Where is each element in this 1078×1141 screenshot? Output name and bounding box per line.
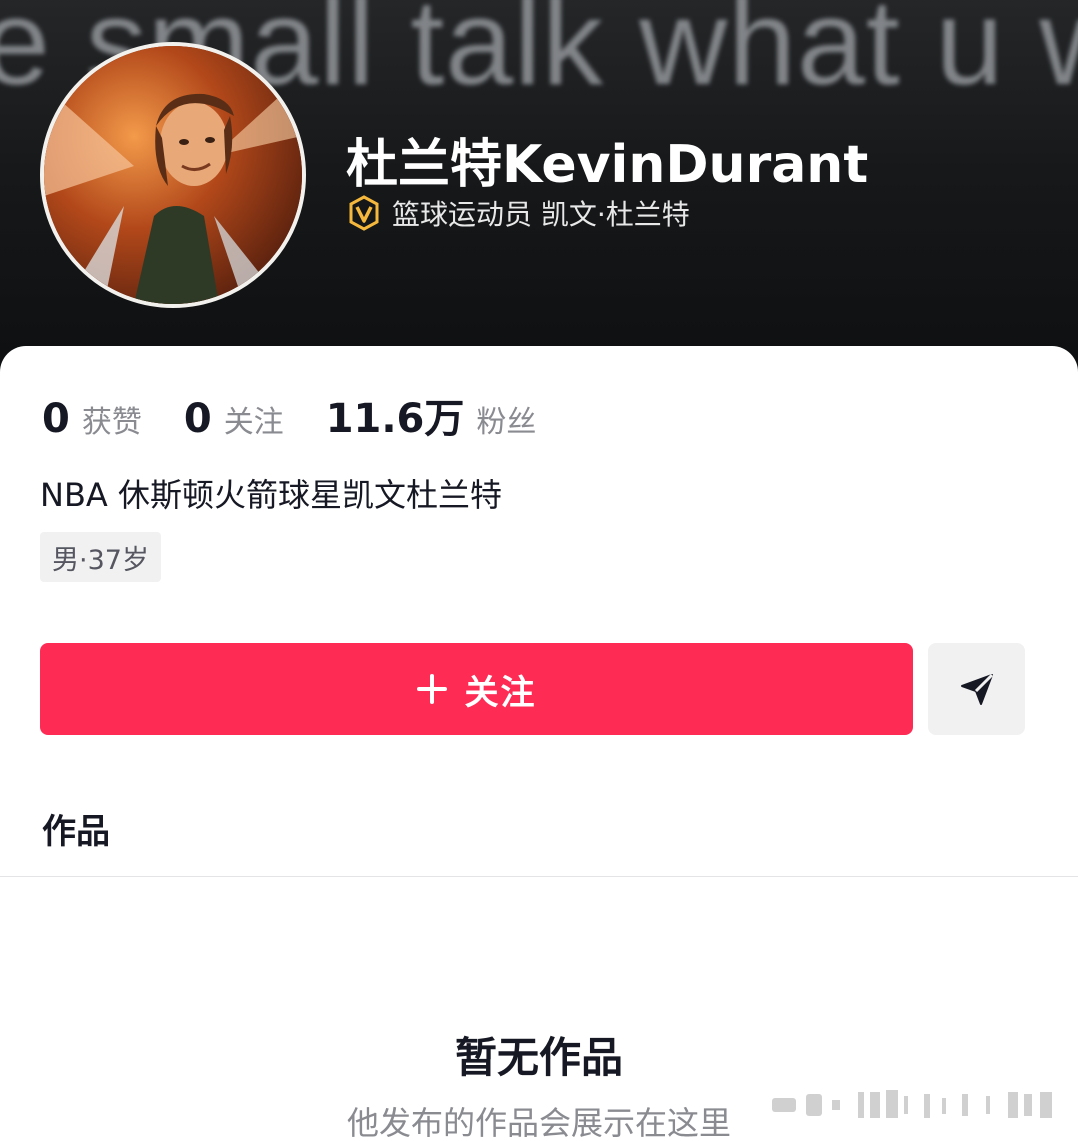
follow-button-label: 关注 — [464, 672, 537, 713]
stat-likes-label: 获赞 — [81, 405, 142, 440]
avatar-image — [44, 46, 302, 304]
tab-divider — [0, 876, 1078, 877]
watermark-graphic — [772, 1090, 1052, 1118]
avatar[interactable] — [40, 42, 306, 308]
stat-followers-label: 粉丝 — [476, 405, 537, 440]
follow-button[interactable]: 关注 — [40, 643, 913, 735]
send-message-button[interactable] — [928, 643, 1025, 735]
profile-name: 杜兰特KevinDurant — [346, 135, 869, 195]
verification-text: 篮球运动员 凯文·杜兰特 — [392, 198, 690, 231]
stat-following[interactable]: 0 关注 — [184, 396, 284, 442]
stat-followers[interactable]: 11.6万 粉丝 — [326, 386, 537, 444]
stat-likes-value: 0 — [42, 396, 70, 442]
tab-works[interactable]: 作品 — [42, 804, 110, 853]
verification-row: 篮球运动员 凯文·杜兰特 — [346, 194, 690, 232]
v-badge-icon — [349, 195, 379, 231]
stat-followers-value: 11.6万 — [325, 396, 465, 442]
stat-following-value: 0 — [183, 396, 212, 442]
profile-card: 0 获赞 0 关注 11.6万 粉丝 NBA 休斯顿火箭球星凯文杜兰特 男·37… — [0, 346, 1078, 1141]
plus-icon — [416, 674, 447, 704]
stat-following-label: 关注 — [223, 405, 284, 440]
profile-page: e small talk what u w 杜兰特KevinDurant 篮球运… — [0, 0, 1078, 1141]
empty-state-title: 暂无作品 — [454, 1033, 623, 1082]
send-icon — [960, 673, 993, 705]
stats-row: 0 获赞 0 关注 11.6万 粉丝 — [42, 386, 578, 442]
profile-bio: NBA 休斯顿火箭球星凯文杜兰特 — [40, 476, 502, 514]
stat-likes[interactable]: 0 获赞 — [42, 396, 142, 442]
profile-banner: e small talk what u w 杜兰特KevinDurant 篮球运… — [0, 0, 1078, 380]
gender-age-tag: 男·37岁 — [40, 532, 161, 582]
